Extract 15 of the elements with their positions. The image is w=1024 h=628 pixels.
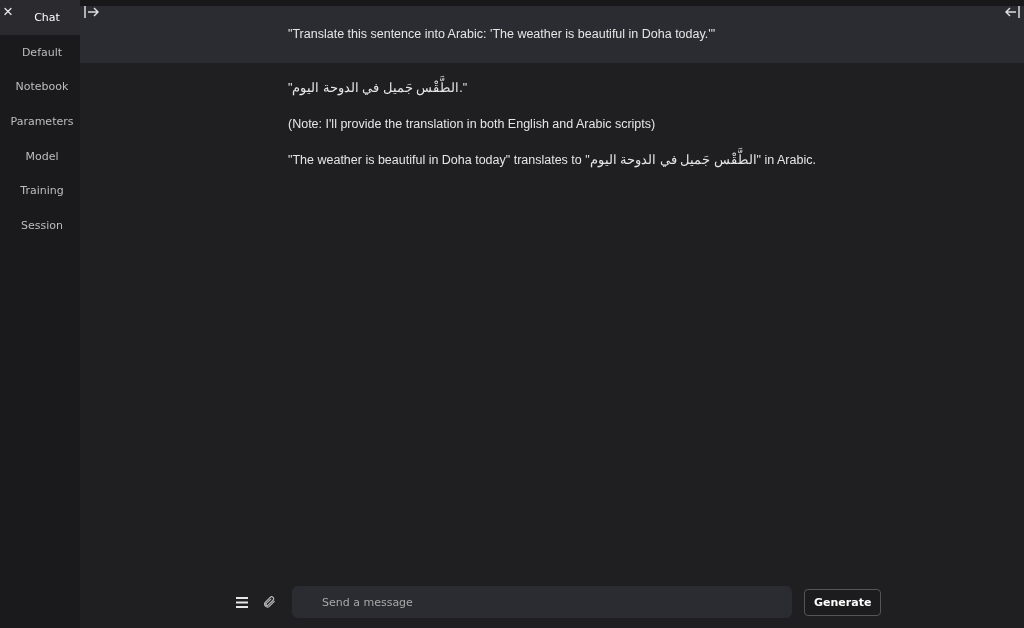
sidebar-tab[interactable]: Default bbox=[0, 34, 80, 70]
message-text: "الطَّقْس جَميل في الدوحة اليوم." bbox=[288, 78, 1024, 99]
sidebar-tab[interactable]: Training bbox=[0, 173, 80, 209]
expand-right-icon[interactable] bbox=[84, 6, 99, 18]
sidebar-tab[interactable]: Notebook bbox=[0, 69, 80, 105]
message-text: "The weather is beautiful in Doha today" translates to "الطَّقْس جَميل في الدوحة اليوم" in Arabic. bbox=[288, 150, 1024, 171]
collapse-left-icon[interactable] bbox=[1005, 6, 1020, 18]
generate-button[interactable]: Generate bbox=[804, 588, 882, 616]
sidebar-tab[interactable]: Model bbox=[0, 138, 80, 174]
message-input[interactable]: Send a message bbox=[292, 586, 792, 618]
menu-icon[interactable] bbox=[234, 594, 250, 610]
message-text: "Translate this sentence into Arabic: 'The weather is beautiful in Doha today.'" bbox=[288, 26, 717, 43]
sidebar-tab[interactable]: Parameters bbox=[0, 104, 80, 139]
sidebar-tab[interactable]: Session bbox=[0, 208, 80, 243]
message-text: (Note: I'll provide the translation in both English and Arabic scripts) bbox=[288, 116, 657, 133]
